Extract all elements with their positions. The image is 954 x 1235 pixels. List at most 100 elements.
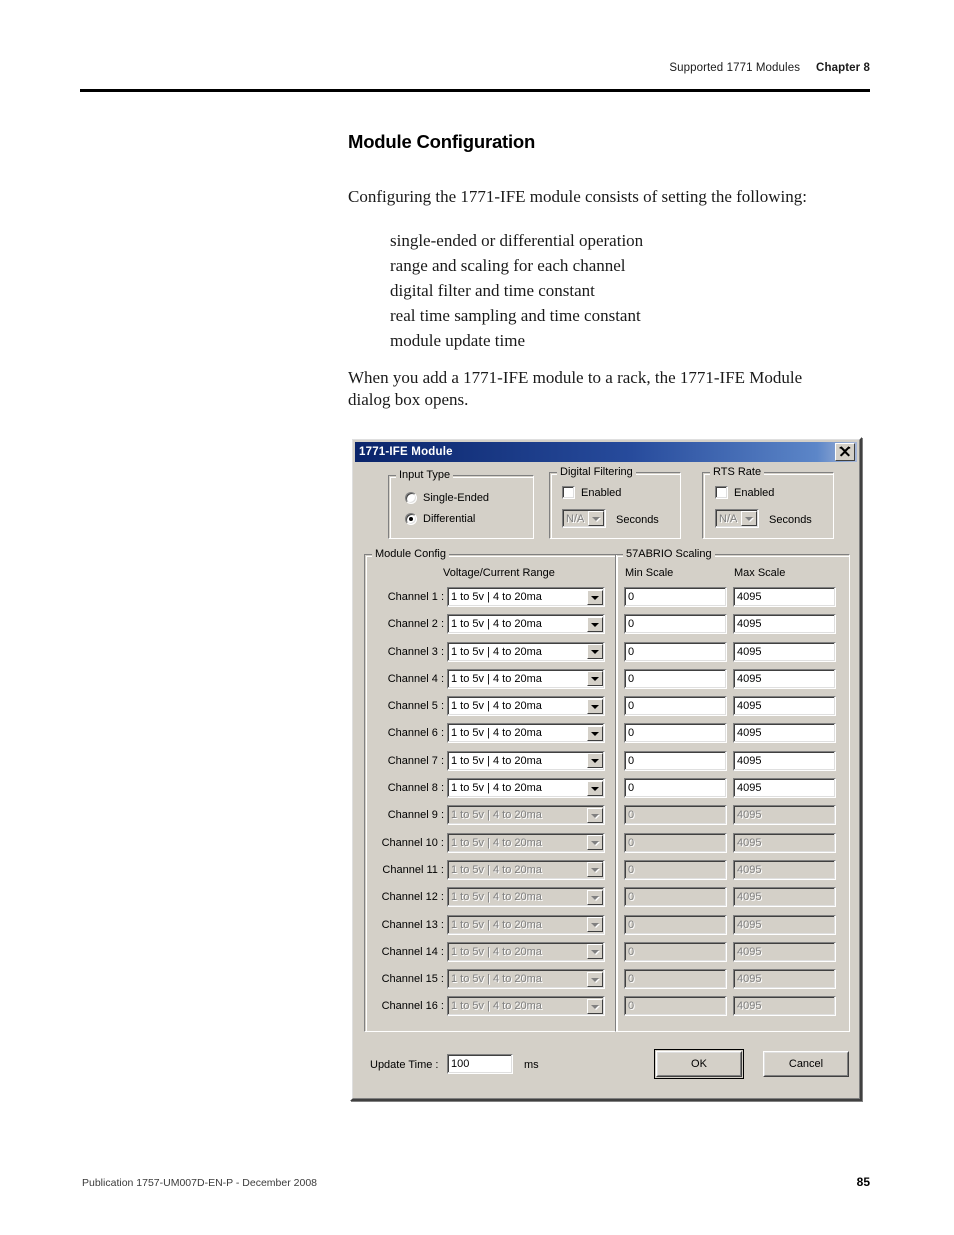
update-time-input[interactable]: 100 bbox=[447, 1054, 513, 1074]
list-item: real time sampling and time constant bbox=[390, 306, 641, 325]
bullet-list: single-ended or differential operation r… bbox=[390, 228, 870, 353]
channel-range-combo[interactable]: 1 to 5v | 4 to 20ma bbox=[447, 668, 605, 689]
ok-button-label: OK bbox=[691, 1058, 707, 1070]
chevron-down-icon[interactable] bbox=[587, 589, 603, 605]
chevron-down-icon[interactable] bbox=[587, 780, 603, 796]
channel-range-combo[interactable]: 1 to 5v | 4 to 20ma bbox=[447, 778, 605, 799]
dialog-title: 1771-IFE Module bbox=[359, 446, 453, 458]
channel-row: Channel 11 : 1 to 5v | 4 to 20ma bbox=[382, 859, 605, 887]
header-section-title: Supported 1771 Modules bbox=[669, 62, 801, 74]
max-scale-input[interactable]: 4095 bbox=[733, 696, 836, 717]
scaling-list: 0 4095 0 4095 0 4095 0 4095 0 4095 0 4095 0 4095 0 4095… bbox=[624, 587, 844, 1024]
chevron-down-icon bbox=[587, 807, 603, 823]
min-scale-input[interactable]: 0 bbox=[624, 587, 727, 607]
max-scale-input: 4095 bbox=[733, 859, 836, 880]
chevron-down-icon[interactable] bbox=[587, 616, 603, 632]
channel-row: Channel 4 : 1 to 5v | 4 to 20ma bbox=[388, 668, 605, 696]
max-scale-input[interactable]: 4095 bbox=[733, 614, 836, 635]
max-scale-input[interactable]: 4095 bbox=[733, 750, 836, 771]
channel-range-value: 1 to 5v | 4 to 20ma bbox=[451, 836, 542, 849]
max-scale-input[interactable]: 4095 bbox=[733, 668, 836, 689]
min-scale-input: 0 bbox=[624, 859, 727, 880]
max-scale-input: 4095 bbox=[733, 887, 836, 908]
rts-rate-seconds-combo[interactable]: N/A bbox=[715, 509, 759, 528]
channel-range-value: 1 to 5v | 4 to 20ma bbox=[451, 782, 542, 795]
rts-rate-legend: RTS Rate bbox=[710, 466, 765, 478]
ok-button[interactable]: OK bbox=[654, 1049, 744, 1079]
min-scale-input[interactable]: 0 bbox=[624, 614, 727, 635]
channel-label: Channel 2 : bbox=[387, 618, 444, 631]
min-scale-header: Min Scale bbox=[625, 567, 674, 579]
channel-range-value: 1 to 5v | 4 to 20ma bbox=[451, 618, 542, 631]
chevron-down-icon[interactable] bbox=[587, 753, 603, 769]
channel-range-value: 1 to 5v | 4 to 20ma bbox=[451, 672, 542, 685]
max-scale-input[interactable]: 4095 bbox=[733, 587, 836, 607]
scaling-row: 0 4095 bbox=[624, 941, 844, 969]
channel-range-combo[interactable]: 1 to 5v | 4 to 20ma bbox=[447, 587, 605, 607]
digital-filtering-enabled-checkbox[interactable]: Enabled bbox=[562, 486, 621, 499]
max-scale-input: 4095 bbox=[733, 805, 836, 826]
channel-range-value: 1 to 5v | 4 to 20ma bbox=[451, 973, 542, 986]
dialog-titlebar[interactable]: 1771-IFE Module bbox=[355, 442, 857, 462]
digital-filtering-enabled-label: Enabled bbox=[581, 486, 622, 499]
channel-range-combo[interactable]: 1 to 5v | 4 to 20ma bbox=[447, 750, 605, 771]
channel-label: Channel 3 : bbox=[387, 645, 444, 658]
min-scale-input[interactable]: 0 bbox=[624, 668, 727, 689]
min-scale-input[interactable]: 0 bbox=[624, 696, 727, 717]
max-scale-input[interactable]: 4095 bbox=[733, 641, 836, 662]
scaling-row: 0 4095 bbox=[624, 914, 844, 942]
channel-range-combo[interactable]: 1 to 5v | 4 to 20ma bbox=[447, 614, 605, 635]
radio-single-ended[interactable]: Single-Ended bbox=[405, 492, 489, 504]
max-scale-input[interactable]: 4095 bbox=[733, 778, 836, 799]
channel-row: Channel 8 : 1 to 5v | 4 to 20ma bbox=[388, 778, 605, 805]
rts-rate-enabled-checkbox[interactable]: Enabled bbox=[715, 486, 774, 499]
channel-range-combo[interactable]: 1 to 5v | 4 to 20ma bbox=[447, 641, 605, 662]
channel-label: Channel 4 : bbox=[387, 672, 444, 685]
channel-row: Channel 3 : 1 to 5v | 4 to 20ma bbox=[388, 641, 605, 669]
chevron-down-icon[interactable] bbox=[587, 698, 603, 714]
channel-range-combo[interactable]: 1 to 5v | 4 to 20ma bbox=[447, 723, 605, 744]
chevron-down-icon[interactable] bbox=[587, 671, 603, 687]
channel-row: Channel 5 : 1 to 5v | 4 to 20ma bbox=[388, 696, 605, 723]
channel-range-value: 1 to 5v | 4 to 20ma bbox=[451, 891, 542, 904]
channel-range-combo[interactable]: 1 to 5v | 4 to 20ma bbox=[447, 696, 605, 717]
radio-differential[interactable]: Differential bbox=[405, 513, 475, 525]
channel-range-combo: 1 to 5v | 4 to 20ma bbox=[447, 805, 605, 826]
voltage-current-range-header: Voltage/Current Range bbox=[443, 567, 555, 579]
cancel-button[interactable]: Cancel bbox=[763, 1051, 849, 1077]
chevron-down-icon[interactable] bbox=[587, 644, 603, 660]
channel-range-value: 1 to 5v | 4 to 20ma bbox=[451, 945, 542, 958]
chevron-down-icon bbox=[587, 835, 603, 851]
min-scale-input[interactable]: 0 bbox=[624, 641, 727, 662]
channel-row: Channel 14 : 1 to 5v | 4 to 20ma bbox=[382, 941, 605, 969]
update-time-label: Update Time : bbox=[370, 1059, 439, 1071]
checkbox-icon bbox=[562, 486, 575, 499]
chevron-down-icon bbox=[587, 917, 603, 933]
channel-range-value: 1 to 5v | 4 to 20ma bbox=[451, 591, 542, 603]
channel-range-value: 1 to 5v | 4 to 20ma bbox=[451, 863, 542, 876]
footer-page-number: 85 bbox=[856, 1175, 870, 1189]
scaling-row: 0 4095 bbox=[624, 614, 844, 641]
min-scale-input: 0 bbox=[624, 969, 727, 990]
scaling-row: 0 4095 bbox=[624, 668, 844, 696]
scaling-legend: 57ABRIO Scaling bbox=[623, 548, 715, 560]
scaling-row: 0 4095 bbox=[624, 587, 844, 614]
chevron-down-icon bbox=[587, 944, 603, 960]
min-scale-input[interactable]: 0 bbox=[624, 750, 727, 771]
channel-row: Channel 16 : 1 to 5v | 4 to 20ma bbox=[382, 996, 605, 1023]
page-title: Module Configuration bbox=[348, 131, 536, 152]
document-page: Supported 1771 Modules Chapter 8 Module C… bbox=[0, 0, 954, 1235]
radio-icon bbox=[405, 492, 417, 504]
digital-filtering-seconds-combo[interactable]: N/A bbox=[562, 509, 606, 528]
channel-label: Channel 8 : bbox=[387, 782, 444, 795]
chevron-down-icon[interactable] bbox=[587, 725, 603, 741]
max-scale-input[interactable]: 4095 bbox=[733, 723, 836, 744]
min-scale-input[interactable]: 0 bbox=[624, 778, 727, 799]
channel-row: Channel 10 : 1 to 5v | 4 to 20ma bbox=[382, 832, 605, 860]
scaling-row: 0 4095 bbox=[624, 859, 844, 887]
input-type-legend: Input Type bbox=[396, 469, 454, 481]
min-scale-input[interactable]: 0 bbox=[624, 723, 727, 744]
channel-range-combo: 1 to 5v | 4 to 20ma bbox=[447, 969, 605, 990]
channel-row: Channel 13 : 1 to 5v | 4 to 20ma bbox=[382, 914, 605, 942]
close-button[interactable] bbox=[835, 443, 855, 461]
